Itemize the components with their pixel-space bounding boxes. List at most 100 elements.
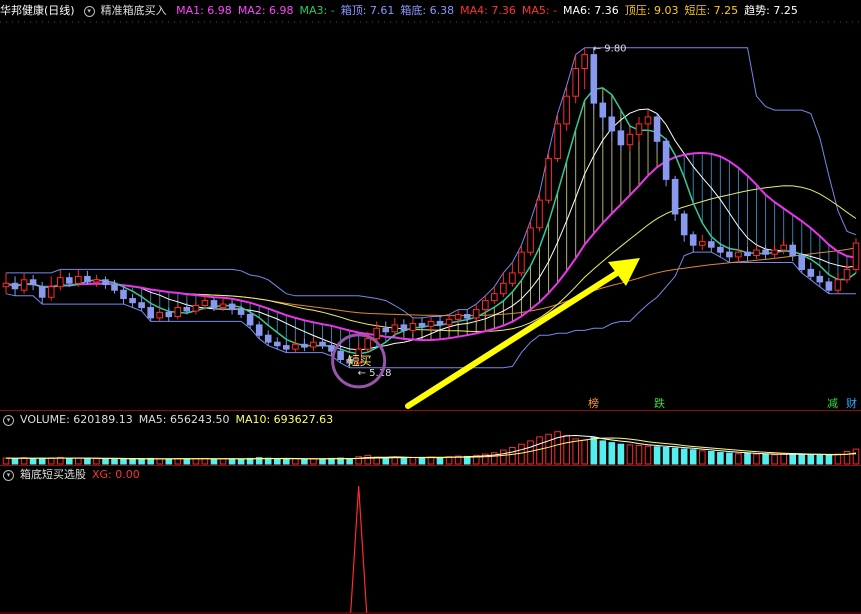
candle-body [843, 268, 851, 281]
candle-body [274, 341, 281, 347]
collapse-icon[interactable]: ▾ [3, 414, 14, 426]
candle-body [292, 343, 299, 350]
main-value-10: 趋势: 7.25 [744, 4, 798, 17]
volume-bar [717, 452, 724, 465]
main-header: 华邦健康(日线) ▾ 精准箱底买入 MA1: 6.98 MA2: 6.98 MA3: -… [0, 2, 810, 20]
volume-bar [671, 447, 679, 465]
candle-body [111, 284, 118, 291]
volume-bar [708, 451, 715, 465]
settings-icon[interactable]: ▾ [83, 5, 95, 17]
volume-bar [174, 458, 182, 465]
candle-body [255, 324, 263, 336]
candle-body [29, 279, 37, 286]
volume-bar [789, 453, 797, 465]
volume-bar [563, 435, 570, 465]
main-indicator-values: MA1: 6.98 MA2: 6.98 MA3: - 箱顶: 7.61 箱底: 6.38… [176, 4, 804, 17]
volume-bar [129, 458, 136, 465]
candle-body [463, 314, 471, 319]
volume-bar [518, 443, 525, 465]
volume-bar [120, 458, 127, 465]
candle-body [572, 68, 580, 97]
volume-bar [680, 448, 688, 465]
candle-body [57, 277, 64, 288]
candle-body [201, 300, 209, 307]
candle-body [391, 324, 399, 333]
volume-bar [635, 445, 643, 465]
volume-bar [798, 453, 806, 465]
volume-bar [66, 458, 73, 465]
volume-bar [816, 454, 824, 465]
candle-body [518, 251, 525, 274]
volume-bar [780, 453, 788, 465]
candle-body [545, 158, 552, 201]
candle-body [337, 350, 344, 361]
main-value-3: 箱顶: 7.61 [340, 4, 395, 17]
collapse-icon[interactable]: ▾ [3, 469, 14, 481]
candle-body [617, 130, 625, 146]
volume-bar [301, 458, 308, 465]
candle-body [364, 338, 371, 350]
ma5-line [5, 87, 857, 355]
candle-body [834, 279, 842, 291]
volume-bar [274, 458, 281, 465]
main-value-8: 顶压: 9.03 [624, 4, 679, 17]
candle-body [436, 320, 444, 326]
candle-body [491, 293, 498, 302]
candle-body [373, 327, 380, 340]
volume-bar [807, 454, 815, 465]
volume-bar [192, 458, 200, 465]
volume-bar [699, 450, 706, 465]
stock-name: 华邦健康(日线) [0, 4, 75, 17]
candle-body [536, 199, 543, 229]
volume-bar [219, 458, 227, 465]
volume-bar [834, 453, 842, 465]
candle-body [138, 302, 145, 309]
volume-bar [427, 456, 435, 465]
candle-body [527, 227, 534, 253]
main-value-1: MA2: 6.98 [237, 4, 294, 17]
candle-body [66, 277, 73, 284]
low-price-label: ← 5.18 [358, 368, 392, 379]
volume-bar [400, 457, 408, 465]
volume-bar [382, 457, 390, 465]
candle-body [174, 307, 182, 317]
candle-body [409, 323, 417, 331]
short-buy-label: 短买 [348, 354, 372, 368]
candle-body [635, 123, 643, 135]
candle-body [147, 307, 154, 319]
volume-value-2: MA10: 693627.63 [235, 413, 334, 426]
volume-bar [644, 445, 652, 465]
candle-body [319, 341, 326, 347]
candle-body [500, 282, 507, 295]
trend-arrow-head [608, 258, 640, 286]
candle-body [753, 249, 760, 256]
ma10-line [5, 108, 857, 351]
candle-body [509, 272, 516, 284]
candle-body [708, 241, 715, 248]
volume-bar [608, 442, 616, 465]
candle-body [653, 116, 661, 142]
event-tag-1: 跌 [654, 396, 665, 410]
candle-body [472, 309, 480, 319]
candle-body [129, 298, 136, 304]
candle-body [671, 178, 679, 215]
volume-bar [536, 436, 543, 465]
volume-bar [156, 458, 163, 465]
volume-bar [210, 458, 218, 465]
candle-body [807, 268, 815, 277]
volume-bar [744, 452, 751, 465]
candle-body [382, 327, 390, 333]
candle-body [93, 279, 100, 283]
indicator-name: 精准箱底买入 [100, 4, 167, 17]
volume-bar [165, 458, 173, 465]
signal-spike [350, 485, 368, 614]
volume-bar [84, 457, 91, 465]
volume-bar [20, 457, 28, 465]
main-value-7: MA6: 7.36 [563, 4, 619, 17]
candle-body [608, 116, 616, 132]
volume-bar [292, 458, 299, 465]
candle-body [454, 314, 462, 320]
candle-body [102, 279, 109, 286]
box-top-line [6, 47, 857, 319]
volume-bar [364, 454, 371, 465]
